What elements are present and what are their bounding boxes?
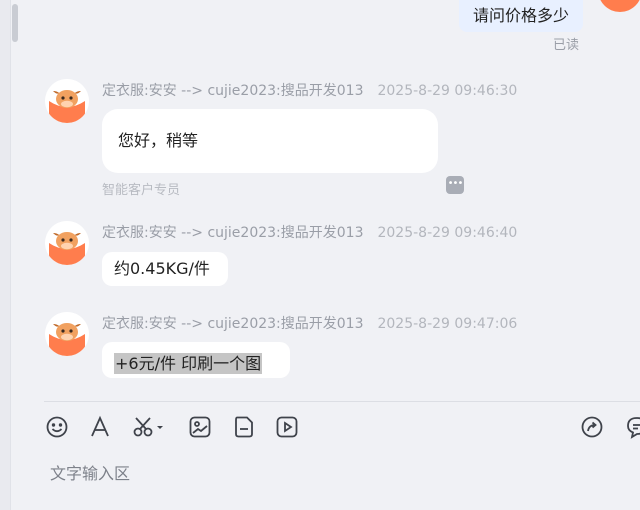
sender-avatar[interactable] — [45, 312, 89, 356]
message-meta: 定衣服:安安 --> cujie2023:搜品开发013 2025-8-29 09… — [102, 222, 517, 242]
sender-route: 定衣服:安安 --> cujie2023:搜品开发013 — [102, 225, 364, 241]
message-time: 2025-8-29 09:46:40 — [377, 225, 518, 241]
message-meta: 定衣服:安安 --> cujie2023:搜品开发013 2025-8-29 09… — [102, 80, 517, 100]
sender-route: 定衣服:安安 --> cujie2023:搜品开发013 — [102, 83, 364, 99]
toolbar-divider — [44, 401, 640, 402]
message-text-selected: +6元/件 印刷一个图 — [114, 353, 263, 374]
message-time: 2025-8-29 09:46:30 — [377, 83, 518, 99]
share-icon[interactable] — [579, 414, 605, 440]
font-icon[interactable] — [87, 414, 113, 440]
sender-route: 定衣服:安安 --> cujie2023:搜品开发013 — [102, 316, 364, 332]
left-panel-edge — [0, 0, 10, 510]
bull-avatar-icon — [45, 79, 89, 123]
read-status: 已读 — [553, 38, 580, 53]
message-input[interactable]: 文字输入区 — [50, 460, 130, 484]
message-bubble: 您好，稍等 — [102, 109, 438, 173]
message-time: 2025-8-29 09:47:06 — [377, 316, 518, 332]
my-avatar — [598, 0, 640, 12]
scrollbar-thumb[interactable] — [12, 4, 18, 42]
my-message-bubble: 请问价格多少 — [459, 0, 583, 32]
emoji-icon[interactable] — [44, 414, 70, 440]
panel-divider — [10, 0, 11, 510]
file-icon[interactable] — [231, 414, 257, 440]
agent-tag: 智能客户专员 — [102, 183, 181, 198]
scissors-icon[interactable] — [131, 414, 167, 440]
image-icon[interactable] — [187, 414, 213, 440]
bull-avatar-icon — [45, 312, 89, 356]
more-dots-icon[interactable]: ••• — [446, 176, 464, 194]
sender-avatar[interactable] — [45, 221, 89, 265]
quick-reply-icon[interactable] — [624, 414, 640, 440]
message-bubble: 约0.45KG/件 — [102, 252, 228, 286]
message-meta: 定衣服:安安 --> cujie2023:搜品开发013 2025-8-29 09… — [102, 313, 517, 333]
sender-avatar[interactable] — [45, 79, 89, 123]
bull-avatar-icon — [45, 221, 89, 265]
video-icon[interactable] — [274, 414, 300, 440]
message-bubble: +6元/件 印刷一个图 — [102, 342, 290, 378]
